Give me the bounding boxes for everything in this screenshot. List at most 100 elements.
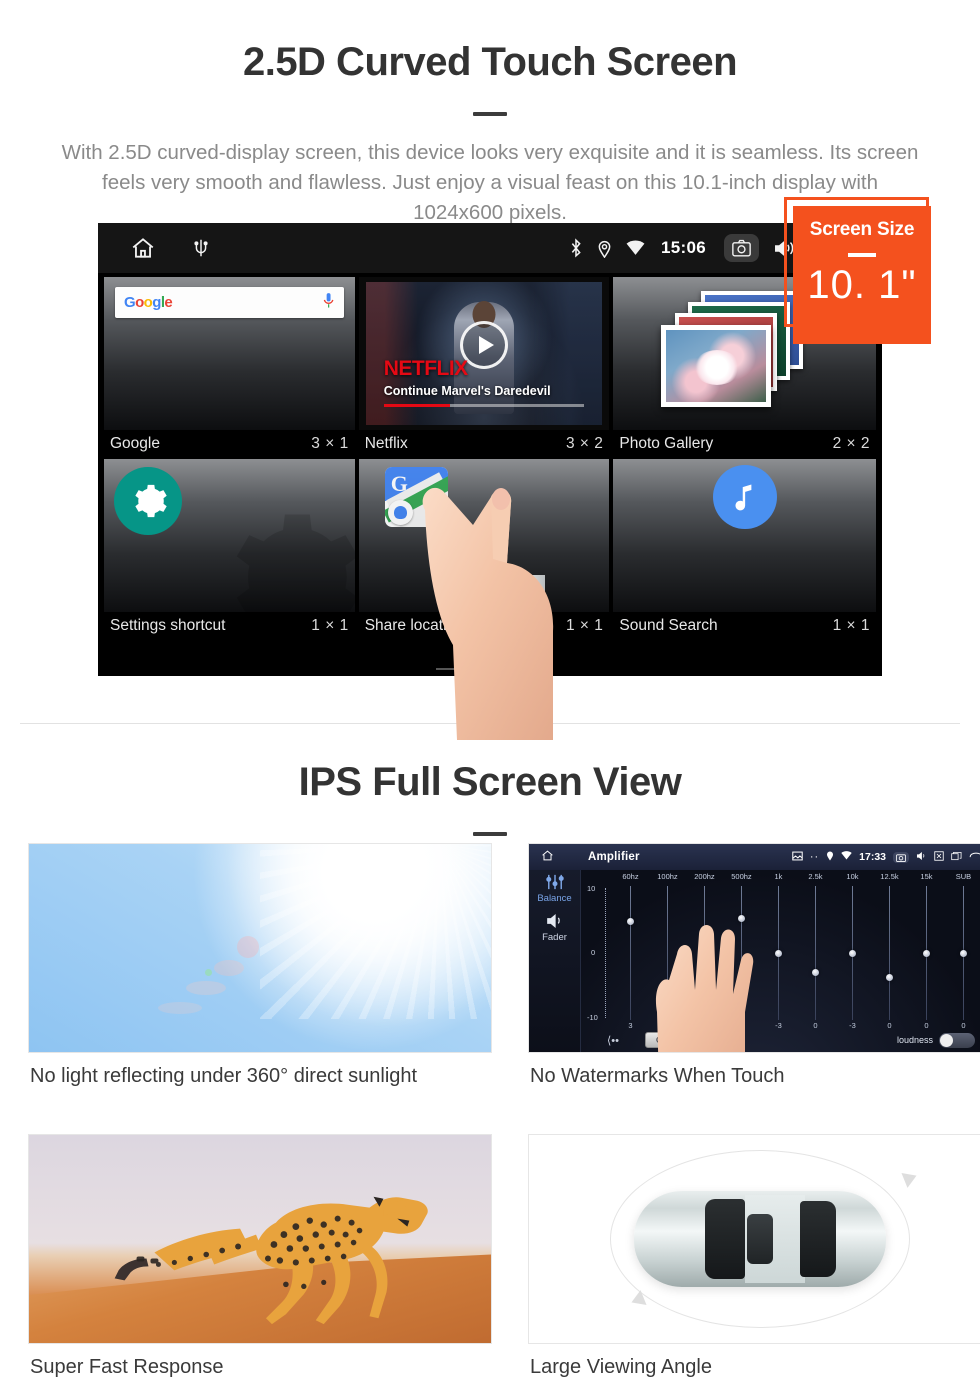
hand-touching-equalizer: [656, 925, 754, 1052]
usb-icon: [192, 237, 210, 259]
eq-slider[interactable]: [909, 886, 944, 1020]
amp-close-box-icon[interactable]: [934, 850, 944, 864]
preset-prev-icon[interactable]: ⟨••: [607, 1034, 619, 1047]
widget-name: Sound Search: [619, 617, 718, 634]
equalizer-bands: 60hz 100hz 200hz 500hz 1k 2.5k 10k 12.5k…: [587, 872, 980, 1050]
widget-size: 2 × 2: [832, 435, 870, 452]
settings-gear-icon[interactable]: [114, 467, 182, 535]
band-label: 500hz: [731, 872, 752, 881]
feature-card-row-1: No light reflecting under 360° direct su…: [0, 843, 980, 1088]
rotation-arrow-top: [901, 1168, 920, 1189]
widget-size: 1 × 1: [565, 617, 604, 634]
band-label: 2.5k: [808, 872, 823, 881]
status-bar: 15:06: [98, 223, 882, 273]
eq-slider[interactable]: [835, 886, 870, 1020]
eq-scale: 10 0 -10: [587, 884, 611, 1022]
widget-row-2: Settings shortcut 1 × 1 G Share location: [104, 459, 876, 639]
wifi-icon: [626, 240, 645, 256]
feature-card-grid: No light reflecting under 360° direct su…: [0, 843, 980, 1379]
google-maps-icon[interactable]: G: [384, 467, 448, 527]
equalizer-panel: Balance Fader 60hz 100hz 200hz 500hz 1k …: [529, 870, 980, 1052]
home-icon[interactable]: [130, 235, 156, 261]
band-label: 12.5k: [880, 872, 899, 881]
equalizer-sliders-icon[interactable]: [544, 874, 566, 892]
page-dot-1[interactable]: [436, 668, 464, 670]
page-title: 2.5D Curved Touch Screen: [242, 40, 738, 84]
amp-sidebar: Balance Fader: [529, 870, 581, 1052]
widget-label-row: Settings shortcut 1 × 1: [104, 612, 355, 639]
cheetah-photo: [28, 1134, 492, 1344]
page-dot-3-active[interactable]: [516, 668, 544, 670]
eq-slider[interactable]: [946, 886, 980, 1020]
photo-card-blossom: [661, 325, 772, 407]
feature-caption: No Watermarks When Touch: [530, 1065, 785, 1087]
google-widget-preview: Google: [104, 277, 355, 430]
widget-row-1: Google Google 3 × 1 NETFLIX Continue Mar…: [104, 277, 876, 457]
feature-card-sunlight: No light reflecting under 360° direct su…: [28, 843, 492, 1088]
amp-back-icon[interactable]: [969, 851, 980, 864]
page-dot-2[interactable]: [476, 668, 504, 670]
share-location-widget-preview: G: [358, 459, 610, 612]
amp-fader-label[interactable]: Fader: [529, 932, 580, 943]
bluetooth-icon: [569, 238, 583, 258]
settings-widget-preview: [104, 459, 355, 612]
amp-fader-speaker-icon[interactable]: [545, 913, 565, 931]
progress-bar: [383, 404, 585, 407]
amp-location-icon: [826, 850, 834, 864]
widget-tile-settings-shortcut[interactable]: Settings shortcut 1 × 1: [104, 459, 355, 639]
amp-volume-icon[interactable]: [916, 851, 927, 864]
google-logo: Google: [124, 294, 173, 311]
band-value: 0: [887, 1021, 892, 1030]
band-value: 3: [628, 1021, 633, 1030]
amp-balance-label[interactable]: Balance: [529, 893, 580, 904]
section-title-ips: IPS Full Screen View: [298, 760, 682, 804]
eq-slider[interactable]: [872, 886, 907, 1020]
screen-size-value: 10. 1": [807, 263, 917, 307]
band-label: 200hz: [694, 872, 715, 881]
widget-size: 1 × 1: [311, 617, 349, 634]
widget-size: 3 × 2: [565, 435, 604, 452]
amp-more-icon[interactable]: ··: [810, 851, 819, 863]
location-icon: [597, 239, 612, 258]
car-illustration: [634, 1191, 886, 1287]
camera-icon[interactable]: [724, 234, 759, 262]
eq-slider[interactable]: [761, 886, 796, 1020]
amp-home-icon[interactable]: [541, 849, 554, 865]
scale-mid: 0: [591, 947, 596, 957]
band-label: 100hz: [657, 872, 678, 881]
eq-slider[interactable]: [798, 886, 833, 1020]
widget-tile-sound-search[interactable]: Sound Search 1 × 1: [613, 459, 876, 639]
feature-card-amplifier: Amplifier ·· 17:33 Balance Fader 60hz 10…: [528, 843, 980, 1088]
widget-tile-netflix[interactable]: NETFLIX Continue Marvel's Daredevil Netf…: [358, 277, 610, 457]
widget-tile-share-location[interactable]: G Share location 1 × 1: [358, 459, 610, 639]
amp-clock: 17:33: [859, 851, 886, 863]
feature-card-cheetah: Super Fast Response: [28, 1134, 492, 1379]
feature-card-viewing-angle: Large Viewing Angle: [528, 1134, 980, 1379]
widget-label-row: Photo Gallery 2 × 2: [613, 430, 876, 457]
band-value: 0: [924, 1021, 929, 1030]
amp-title: Amplifier: [588, 851, 640, 863]
band-value: 0: [961, 1021, 966, 1030]
google-search-bar[interactable]: Google: [115, 287, 344, 318]
microphone-icon[interactable]: [322, 292, 335, 314]
page-indicator[interactable]: [436, 668, 544, 670]
feature-card-row-2: Super Fast Response Large Viewing Angle: [0, 1134, 980, 1379]
amp-recents-icon[interactable]: [951, 851, 962, 864]
loudness-toggle[interactable]: [939, 1032, 975, 1048]
band-label: 10k: [846, 872, 859, 881]
widget-tile-google[interactable]: Google Google 3 × 1: [104, 277, 355, 457]
music-note-icon[interactable]: [712, 465, 777, 529]
scale-top: 10: [587, 884, 596, 893]
amp-camera-icon[interactable]: [893, 851, 909, 863]
amp-status-bar: Amplifier ·· 17:33: [529, 844, 980, 870]
android-home-screen-preview: 15:06 Google Google 3 × 1 NETFLIX Contin…: [98, 223, 882, 676]
amp-wifi-icon: [841, 851, 852, 863]
widget-label-row: Google 3 × 1: [104, 430, 355, 457]
widget-label-row: Share location 1 × 1: [359, 612, 610, 639]
feature-caption: No light reflecting under 360° direct su…: [30, 1065, 418, 1087]
band-labels: 60hz 100hz 200hz 500hz 1k 2.5k 10k 12.5k…: [587, 872, 980, 881]
eq-slider[interactable]: [613, 886, 648, 1020]
screen-size-title: Screen Size: [809, 219, 915, 240]
amp-gallery-icon[interactable]: [792, 851, 803, 864]
person-badge-icon: [387, 500, 413, 525]
